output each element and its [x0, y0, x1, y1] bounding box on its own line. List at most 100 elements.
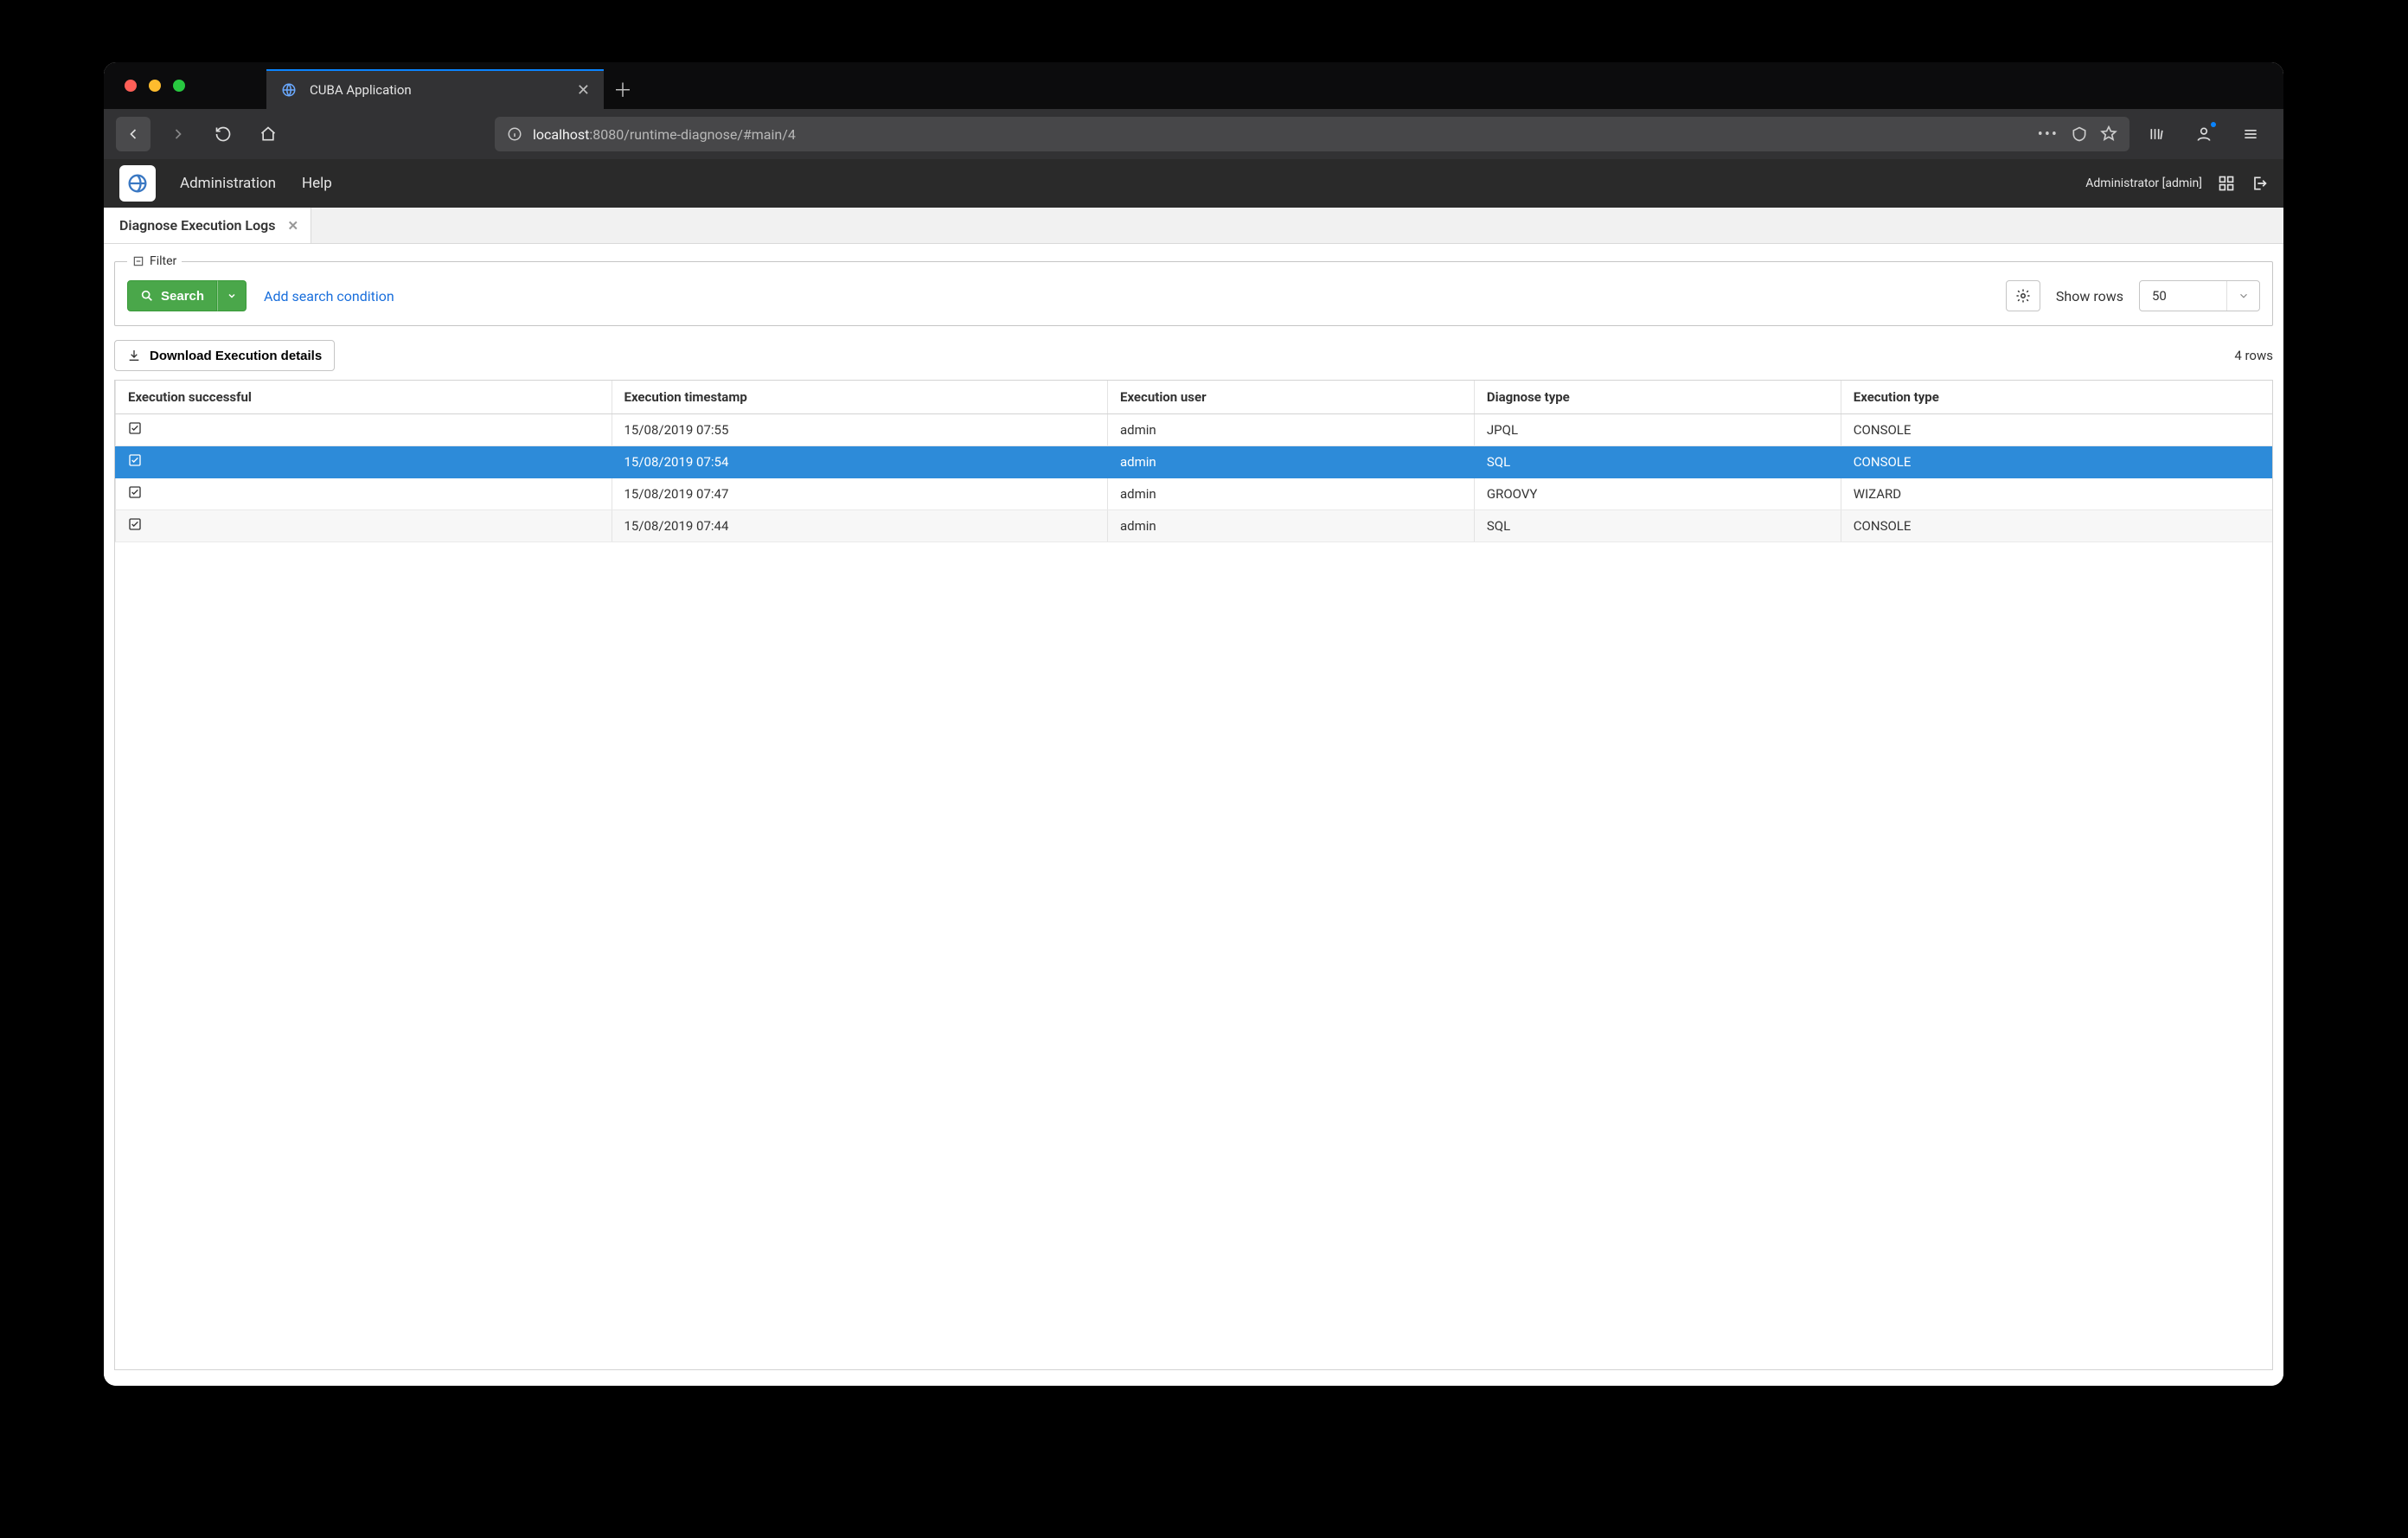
table-row[interactable]: 15/08/2019 07:47adminGROOVYWIZARD	[115, 477, 2272, 509]
cell-success	[116, 413, 612, 445]
cell-success	[116, 477, 612, 509]
search-button[interactable]: Search	[127, 280, 217, 311]
url-actions: •••	[2038, 125, 2117, 144]
show-rows-select[interactable]: 50	[2139, 280, 2260, 311]
cell-exec: CONSOLE	[1841, 445, 2272, 477]
cell-diagnose: GROOVY	[1474, 477, 1841, 509]
menu-administration[interactable]: Administration	[180, 175, 276, 192]
cell-diagnose: JPQL	[1474, 413, 1841, 445]
new-tab-button[interactable]: ＋	[604, 69, 642, 109]
url-text: localhost:8080/runtime-diagnose/#main/4	[533, 126, 796, 143]
cell-success	[116, 445, 612, 477]
cell-timestamp: 15/08/2019 07:55	[612, 413, 1108, 445]
browser-tab[interactable]: CUBA Application ✕	[266, 69, 604, 109]
filter-settings-button[interactable]	[2006, 280, 2040, 311]
download-icon	[127, 349, 141, 362]
filter-right: Show rows 50	[2006, 280, 2260, 311]
window-controls	[104, 62, 206, 109]
cell-user: admin	[1108, 509, 1475, 542]
page-tab-diagnose-logs[interactable]: Diagnose Execution Logs ✕	[104, 208, 311, 243]
download-button-label: Download Execution details	[150, 349, 322, 363]
filter-legend: Filter	[127, 254, 182, 268]
browser-tab-title: CUBA Application	[310, 82, 565, 98]
cell-diagnose: SQL	[1474, 445, 1841, 477]
library-icon[interactable]	[2140, 117, 2174, 151]
page-tab-close-icon[interactable]: ✕	[287, 218, 298, 234]
bookmark-icon[interactable]	[2100, 125, 2117, 143]
favicon-icon	[280, 81, 298, 99]
app-main-menu: Administration Help	[180, 175, 332, 192]
rows-count-label: 4 rows	[2234, 348, 2273, 363]
check-icon	[128, 517, 142, 531]
download-execution-details-button[interactable]: Download Execution details	[114, 340, 335, 371]
table-header-row: Execution successful Execution timestamp…	[115, 381, 2272, 413]
filter-legend-text: Filter	[150, 254, 176, 268]
execution-logs-table: Execution successful Execution timestamp…	[114, 380, 2273, 1370]
add-search-condition-link[interactable]: Add search condition	[264, 288, 394, 304]
browser-right-controls	[2140, 117, 2268, 151]
cell-diagnose: SQL	[1474, 509, 1841, 542]
chevron-down-icon	[227, 291, 237, 301]
cell-user: admin	[1108, 477, 1475, 509]
filter-collapse-icon[interactable]	[132, 255, 144, 267]
show-rows-value: 50	[2152, 288, 2167, 304]
app-bar: Administration Help Administrator [admin…	[104, 159, 2283, 208]
search-icon	[140, 289, 154, 303]
reload-button[interactable]	[206, 117, 240, 151]
address-bar[interactable]: localhost:8080/runtime-diagnose/#main/4 …	[495, 117, 2129, 151]
column-header-timestamp[interactable]: Execution timestamp	[612, 381, 1108, 413]
page-actions-icon[interactable]: •••	[2038, 125, 2059, 144]
cell-timestamp: 15/08/2019 07:54	[612, 445, 1108, 477]
column-header-success[interactable]: Execution successful	[116, 381, 612, 413]
page-tabs: Diagnose Execution Logs ✕	[104, 208, 2283, 244]
gear-icon	[2015, 288, 2031, 304]
account-icon[interactable]	[2187, 117, 2221, 151]
cell-success	[116, 509, 612, 542]
search-button-label: Search	[161, 289, 204, 304]
search-dropdown-button[interactable]	[217, 280, 247, 311]
search-button-group: Search	[127, 280, 247, 311]
filter-panel: Filter Search	[114, 254, 2273, 326]
new-window-icon[interactable]	[2218, 175, 2235, 192]
minimize-window-button[interactable]	[149, 80, 161, 92]
page-content: Filter Search	[104, 244, 2283, 1386]
back-button[interactable]	[116, 117, 150, 151]
column-header-exec[interactable]: Execution type	[1841, 381, 2272, 413]
cell-timestamp: 15/08/2019 07:44	[612, 509, 1108, 542]
url-host: localhost	[533, 126, 589, 143]
column-header-user[interactable]: Execution user	[1108, 381, 1475, 413]
logout-icon[interactable]	[2251, 175, 2268, 192]
current-user-label: Administrator [admin]	[2085, 176, 2202, 190]
menu-icon[interactable]	[2233, 117, 2268, 151]
check-icon	[128, 421, 142, 435]
check-icon	[128, 485, 142, 499]
home-button[interactable]	[251, 117, 285, 151]
show-rows-label: Show rows	[2056, 288, 2123, 304]
table-row[interactable]: 15/08/2019 07:44adminSQLCONSOLE	[115, 509, 2272, 542]
url-path: :8080/runtime-diagnose/#main/4	[589, 126, 795, 143]
check-icon	[128, 453, 142, 467]
cell-exec: CONSOLE	[1841, 509, 2272, 542]
maximize-window-button[interactable]	[173, 80, 185, 92]
chevron-down-icon	[2226, 281, 2259, 311]
browser-tab-bar: CUBA Application ✕ ＋	[104, 62, 2283, 109]
table-toolbar: Download Execution details 4 rows	[114, 340, 2273, 371]
browser-toolbar: localhost:8080/runtime-diagnose/#main/4 …	[104, 109, 2283, 159]
close-window-button[interactable]	[125, 80, 137, 92]
reader-mode-icon[interactable]	[2071, 125, 2088, 143]
table-row[interactable]: 15/08/2019 07:55adminJPQLCONSOLE	[115, 413, 2272, 445]
menu-help[interactable]: Help	[302, 175, 332, 192]
filter-row: Search Add search condition	[127, 280, 2260, 311]
cell-exec: WIZARD	[1841, 477, 2272, 509]
column-header-diagnose[interactable]: Diagnose type	[1474, 381, 1841, 413]
cell-timestamp: 15/08/2019 07:47	[612, 477, 1108, 509]
browser-tab-close-icon[interactable]: ✕	[577, 81, 590, 99]
table-row[interactable]: 15/08/2019 07:54adminSQLCONSOLE	[115, 445, 2272, 477]
app-logo[interactable]	[119, 165, 156, 202]
page-tab-label: Diagnose Execution Logs	[119, 217, 275, 234]
cell-user: admin	[1108, 445, 1475, 477]
cell-user: admin	[1108, 413, 1475, 445]
browser-window: CUBA Application ✕ ＋	[104, 62, 2283, 1386]
forward-button[interactable]	[161, 117, 195, 151]
site-info-icon[interactable]	[507, 126, 522, 142]
